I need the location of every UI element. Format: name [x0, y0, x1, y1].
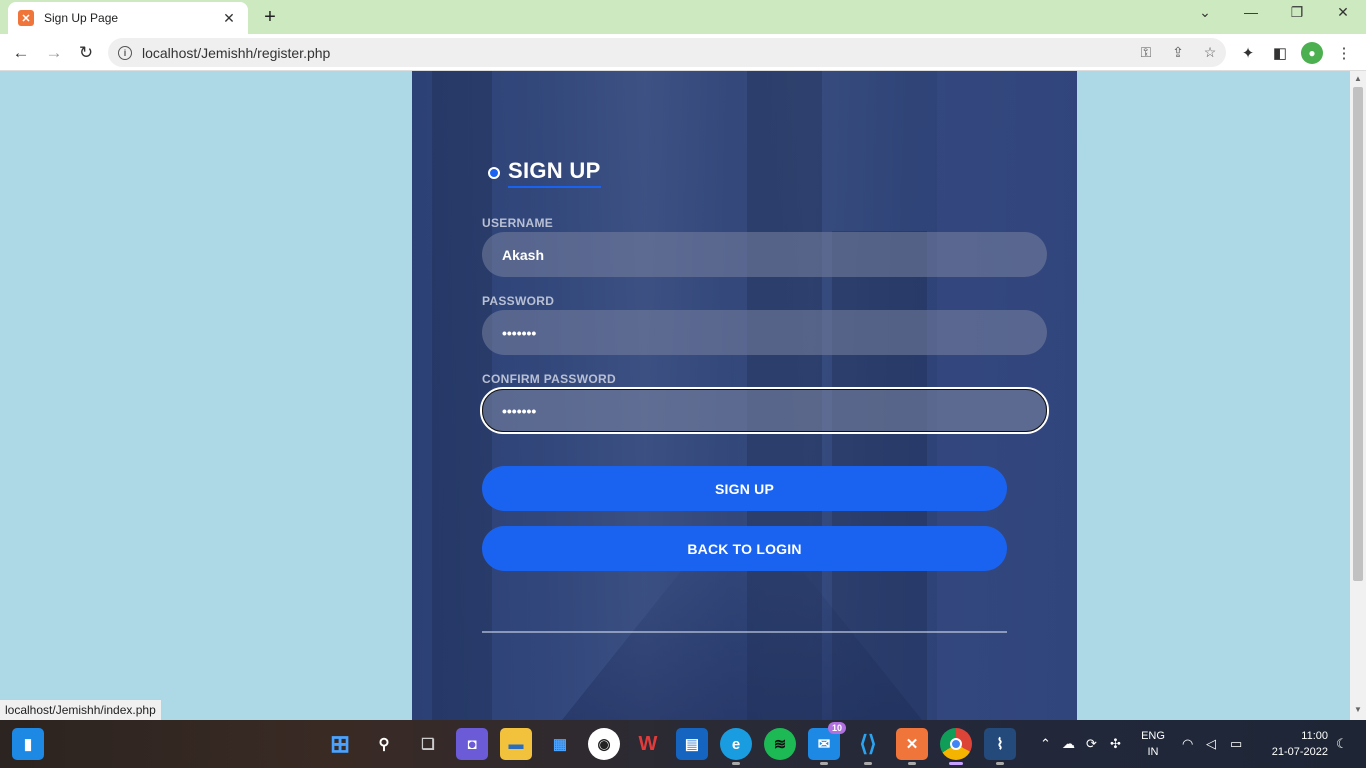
tab-search-chevron-icon[interactable]: ⌄: [1190, 4, 1220, 21]
mail-badge: 10: [827, 722, 846, 734]
app-circle-icon[interactable]: ◉: [588, 728, 620, 760]
username-input[interactable]: Akash: [482, 232, 1047, 277]
background-building: [432, 71, 492, 720]
windows-taskbar: ▮ ⊞ ⚲ ❏ ◘ ▬ ▦ ◉ W ▤ e ≋ ✉ 10 ⟨⟩ ✕ ⌇ ⌃ ☁ ⟳…: [0, 720, 1366, 768]
scrollbar-thumb[interactable]: [1353, 87, 1363, 581]
scroll-up-arrow-icon[interactable]: ▲: [1350, 74, 1366, 83]
signup-heading: SIGN UP: [488, 158, 601, 188]
close-window-icon[interactable]: ✕: [1328, 4, 1358, 21]
task-view-icon[interactable]: ❏: [412, 728, 444, 760]
extensions-puzzle-icon[interactable]: ✦: [1237, 42, 1259, 64]
onedrive-cloud-icon[interactable]: ☁: [1062, 720, 1075, 768]
mail-icon[interactable]: ✉ 10: [808, 722, 846, 765]
notes-app-icon[interactable]: ▤: [676, 728, 708, 760]
edge-browser-icon[interactable]: e: [720, 728, 752, 765]
spotify-icon[interactable]: ≋: [764, 728, 796, 760]
back-arrow-icon[interactable]: ←: [8, 40, 34, 66]
confirm-password-input[interactable]: •••••••: [480, 387, 1049, 434]
running-indicator: [732, 762, 740, 765]
running-indicator: [820, 762, 828, 765]
battery-icon[interactable]: ▭: [1230, 720, 1242, 768]
form-divider: [482, 631, 1007, 633]
wps-office-icon[interactable]: W: [632, 728, 664, 760]
forward-arrow-icon[interactable]: →: [41, 40, 67, 66]
xampp-favicon-icon: ✕: [18, 10, 34, 26]
sync-icon[interactable]: ⟳: [1086, 720, 1097, 768]
confirm-password-label: CONFIRM PASSWORD: [482, 372, 616, 386]
active-indicator: [949, 762, 963, 765]
language-indicator[interactable]: ENG IN: [1138, 728, 1168, 760]
language-region: IN: [1147, 746, 1159, 758]
microsoft-store-icon[interactable]: ▦: [544, 728, 576, 760]
tray-app-icon[interactable]: ✣: [1110, 720, 1121, 768]
browser-titlebar: ✕ Sign Up Page ✕ + ⌄ — ❐ ✕: [0, 0, 1366, 34]
address-url[interactable]: localhost/Jemishh/register.php: [142, 45, 1130, 61]
vscode-icon[interactable]: ⟨⟩: [852, 728, 884, 765]
start-windows-icon[interactable]: ⊞: [324, 728, 356, 760]
teams-chat-icon[interactable]: ◘: [456, 728, 488, 760]
search-icon[interactable]: ⚲: [368, 728, 400, 760]
file-explorer-icon[interactable]: ▬: [500, 728, 532, 760]
xampp-icon[interactable]: ✕: [896, 728, 928, 765]
minimize-icon[interactable]: —: [1236, 4, 1266, 20]
clock-time: 11:00: [1301, 730, 1328, 742]
link-status-bar: localhost/Jemishh/index.php: [0, 699, 162, 721]
notifications-moon-icon[interactable]: ☾: [1336, 720, 1348, 768]
password-label: PASSWORD: [482, 294, 555, 308]
running-indicator: [864, 762, 872, 765]
widgets-icon[interactable]: ▮: [12, 728, 44, 760]
browser-toolbar: ← → ↻ i localhost/Jemishh/register.php ⚿…: [0, 34, 1366, 71]
password-input[interactable]: •••••••: [482, 310, 1047, 355]
clock-date: 21-07-2022: [1271, 746, 1328, 758]
site-info-icon[interactable]: i: [118, 45, 132, 60]
wifi-icon[interactable]: ◠: [1182, 720, 1193, 768]
running-indicator: [908, 762, 916, 765]
page-title: SIGN UP: [508, 158, 601, 188]
profile-avatar-icon[interactable]: ●: [1301, 42, 1323, 64]
back-to-login-button[interactable]: BACK TO LOGIN: [482, 526, 1007, 571]
page-scrollbar[interactable]: ▲ ▼: [1350, 71, 1366, 720]
system-clock[interactable]: 11:00 21-07-2022: [1258, 728, 1328, 760]
show-hidden-icons-chevron-icon[interactable]: ⌃: [1040, 720, 1051, 768]
volume-icon[interactable]: ◁: [1206, 720, 1216, 768]
side-panel-icon[interactable]: ◧: [1269, 42, 1291, 64]
mysql-workbench-icon[interactable]: ⌇: [984, 728, 1016, 765]
bookmark-star-icon[interactable]: ☆: [1194, 44, 1226, 61]
heading-radio-icon: [488, 167, 500, 179]
chrome-icon[interactable]: [940, 728, 972, 765]
tab-title: Sign Up Page: [44, 11, 119, 25]
tab-close-icon[interactable]: ✕: [220, 10, 238, 27]
sign-up-button[interactable]: SIGN UP: [482, 466, 1007, 511]
running-indicator: [996, 762, 1004, 765]
username-label: USERNAME: [482, 216, 554, 230]
page-viewport: SIGN UP USERNAME Akash PASSWORD ••••••• …: [0, 71, 1350, 720]
signup-panel: SIGN UP USERNAME Akash PASSWORD ••••••• …: [412, 71, 1077, 720]
restore-icon[interactable]: ❐: [1282, 4, 1312, 21]
share-icon[interactable]: ⇪: [1162, 44, 1194, 61]
menu-kebab-icon[interactable]: ⋮: [1333, 42, 1355, 64]
scroll-down-arrow-icon[interactable]: ▼: [1350, 705, 1366, 714]
tab-sign-up-page[interactable]: ✕ Sign Up Page ✕: [8, 2, 248, 34]
address-bar[interactable]: i localhost/Jemishh/register.php ⚿ ⇪ ☆: [108, 38, 1226, 67]
reload-icon[interactable]: ↻: [73, 40, 99, 66]
new-tab-button[interactable]: +: [258, 6, 282, 29]
key-icon[interactable]: ⚿: [1130, 44, 1162, 61]
language-code: ENG: [1141, 730, 1165, 742]
